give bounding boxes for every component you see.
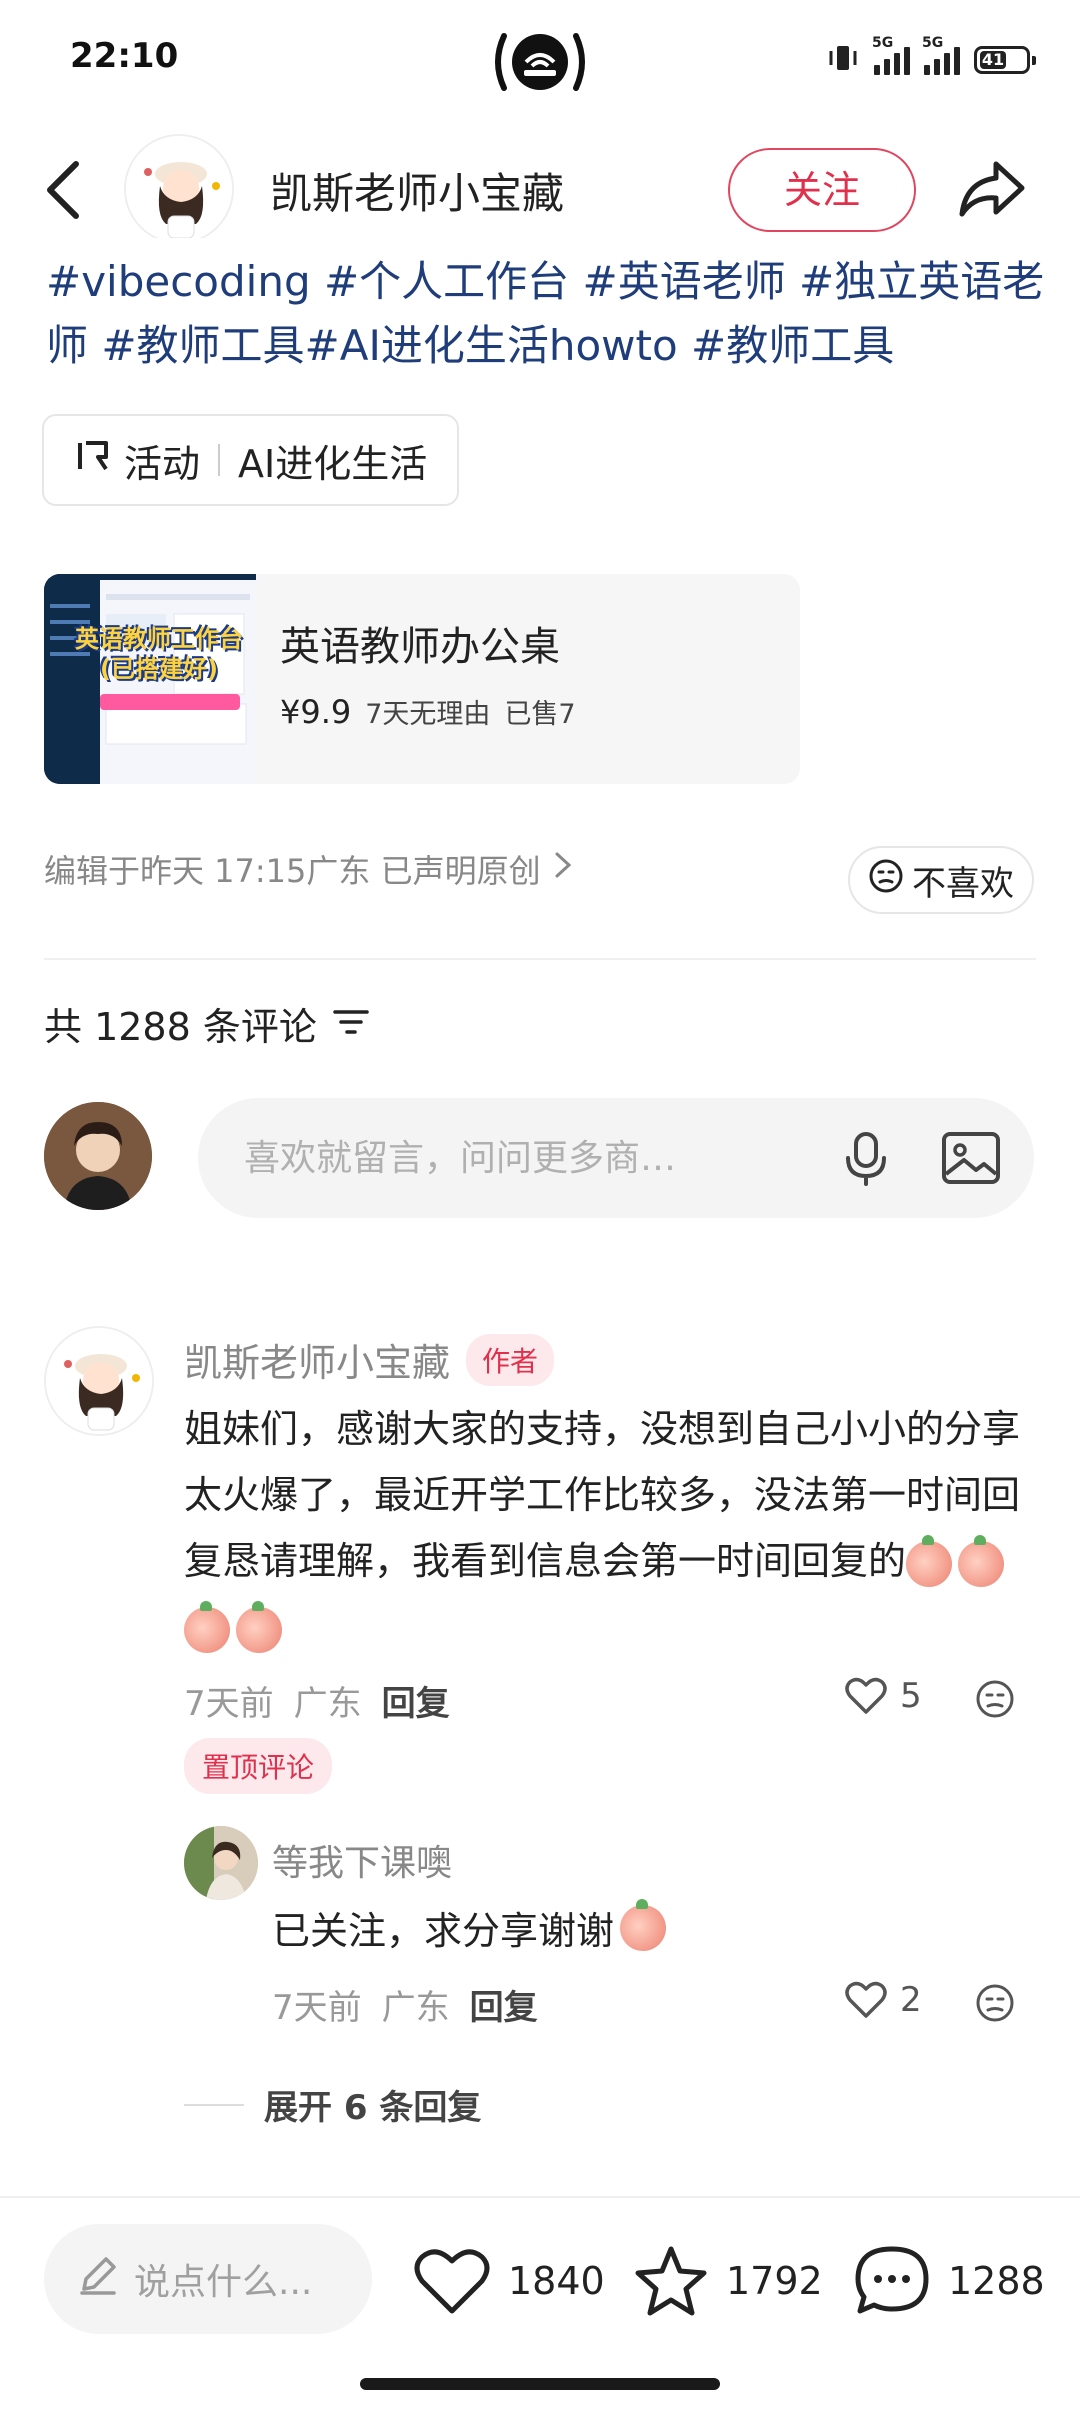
status-time: 22:10 [70,36,179,76]
battery-icon: 41 [974,46,1036,74]
say-placeholder: 说点什么... [134,2262,313,2303]
reply-dislike-icon[interactable] [974,1982,1016,2028]
author-name[interactable]: 凯斯老师小宝藏 [270,160,564,221]
comment-time: 7天前 [184,1684,274,1724]
divider [218,444,221,476]
pinned-badge: 置顶评论 [184,1738,333,1794]
activity-label: 活动 [124,441,201,486]
reply-time: 7天前 [272,1988,362,2028]
expand-replies-button[interactable]: 展开 6 条回复 [184,2080,481,2129]
peach-emoji-icon [906,1534,953,1587]
comments-count: 共 1288 条评论 [44,1005,317,1049]
vibrate-icon [826,43,860,77]
author-badge: 作者 [466,1333,555,1386]
dislike-label: 不喜欢 [912,863,1014,904]
comment-input[interactable] [244,1128,804,1188]
reply-button[interactable]: 回复 [470,1980,538,2029]
hotspot-indicator-icon [490,22,590,102]
sold-count: 已售7 [504,699,576,730]
product-price-row: ¥9.9 7天无理由 已售7 [280,692,576,731]
comment-input-box[interactable] [198,1098,1034,1218]
back-button[interactable] [36,150,92,230]
comment-like-button[interactable]: 5 [844,1676,922,1716]
comment-meta: 7天前 广东 回复 [184,1676,450,1725]
peach-emoji-icon [958,1534,1005,1587]
commenter-name[interactable]: 凯斯老师小宝藏 [184,1332,450,1387]
status-icons: 5G 5G 41 [826,35,1036,80]
divider [184,2103,244,2106]
reply-meta: 7天前 广东 回复 [272,1980,538,2029]
commenter-name-row: 凯斯老师小宝藏 作者 [184,1332,555,1387]
reply-button[interactable]: 回复 [382,1676,450,1725]
say-something-input[interactable]: 说点什么... [44,2224,372,2334]
peach-emoji-icon [620,1898,667,1951]
dislike-button[interactable]: 不喜欢 [848,846,1034,914]
signal-icon: 5G [872,35,910,75]
comment-bubble-icon [855,2246,929,2314]
my-avatar [44,1102,152,1210]
home-indicator[interactable] [360,2378,720,2390]
peach-emoji-icon [184,1600,230,1653]
image-icon[interactable] [938,1126,1004,1190]
comment-location: 广东 [293,1684,362,1724]
comment-like-count: 5 [900,1676,922,1716]
heart-icon [845,1981,887,2018]
product-price: ¥9.9 [280,693,352,731]
edit-info-text: 编辑于昨天 17:15广东 已声明原创 [44,852,541,890]
expand-replies-label: 展开 6 条回复 [264,2088,482,2128]
commenter-avatar[interactable] [44,1326,154,1436]
activity-chip[interactable]: 活动 AI进化生活 [42,414,460,506]
thumb-banner [100,694,240,710]
reply-location: 广东 [381,1988,450,2028]
favorite-count: 1792 [726,2259,823,2303]
follow-button[interactable]: 关注 [728,148,916,232]
product-title: 英语教师办公桌 [280,624,560,670]
activity-name: AI进化生活 [238,441,428,486]
edit-info[interactable]: 编辑于昨天 17:15广东 已声明原创 [44,846,573,892]
divider [0,2196,1080,2198]
return-policy: 7天无理由 [365,699,491,730]
chevron-right-icon [553,850,573,888]
favorite-button[interactable]: 1792 [632,2236,823,2326]
comment-button[interactable]: 1288 [852,2236,1045,2326]
product-thumbnail: 英语教师工作台 (已搭建好) [44,574,256,784]
sort-icon[interactable] [333,1002,369,1046]
divider [44,958,1036,960]
comment-dislike-icon[interactable] [974,1678,1016,1724]
comments-header: 共 1288 条评论 [44,996,369,1051]
product-card[interactable]: 英语教师工作台 (已搭建好) 英语教师办公桌 ¥9.9 7天无理由 已售7 [44,574,800,784]
microphone-icon[interactable] [834,1126,898,1190]
star-icon [635,2246,707,2316]
activity-icon [74,437,112,484]
comment-text: 姐妹们，感谢大家的支持，没想到自己小小的分享太火爆了，最近开学工作比较多，没法第… [184,1396,1034,1660]
product-thumb-text: 英语教师工作台 (已搭建好) [75,625,243,683]
reply-like-count: 2 [900,1980,922,2020]
reply-user-name[interactable]: 等我下课噢 [272,1834,452,1886]
reply-like-button[interactable]: 2 [844,1980,922,2020]
peach-emoji-icon [236,1600,282,1653]
reply-avatar[interactable] [184,1826,258,1900]
scroll-fade [0,238,1080,256]
author-avatar[interactable] [124,134,234,244]
frown-face-icon [868,858,904,903]
comment-count: 1288 [948,2259,1045,2303]
signal-icon: 5G [922,35,960,75]
post-hashtags[interactable]: #vibecoding #个人工作台 #英语老师 #独立英语老师 #教师工具#A… [46,250,1046,378]
pencil-icon [76,2253,120,2306]
like-count: 1840 [508,2259,605,2303]
heart-icon [845,1677,887,1714]
share-button[interactable] [952,150,1032,230]
battery-level: 41 [980,50,1006,69]
reply-text: 已关注，求分享谢谢 [272,1898,672,1955]
heart-icon [414,2249,490,2314]
like-button[interactable]: 1840 [412,2236,605,2326]
